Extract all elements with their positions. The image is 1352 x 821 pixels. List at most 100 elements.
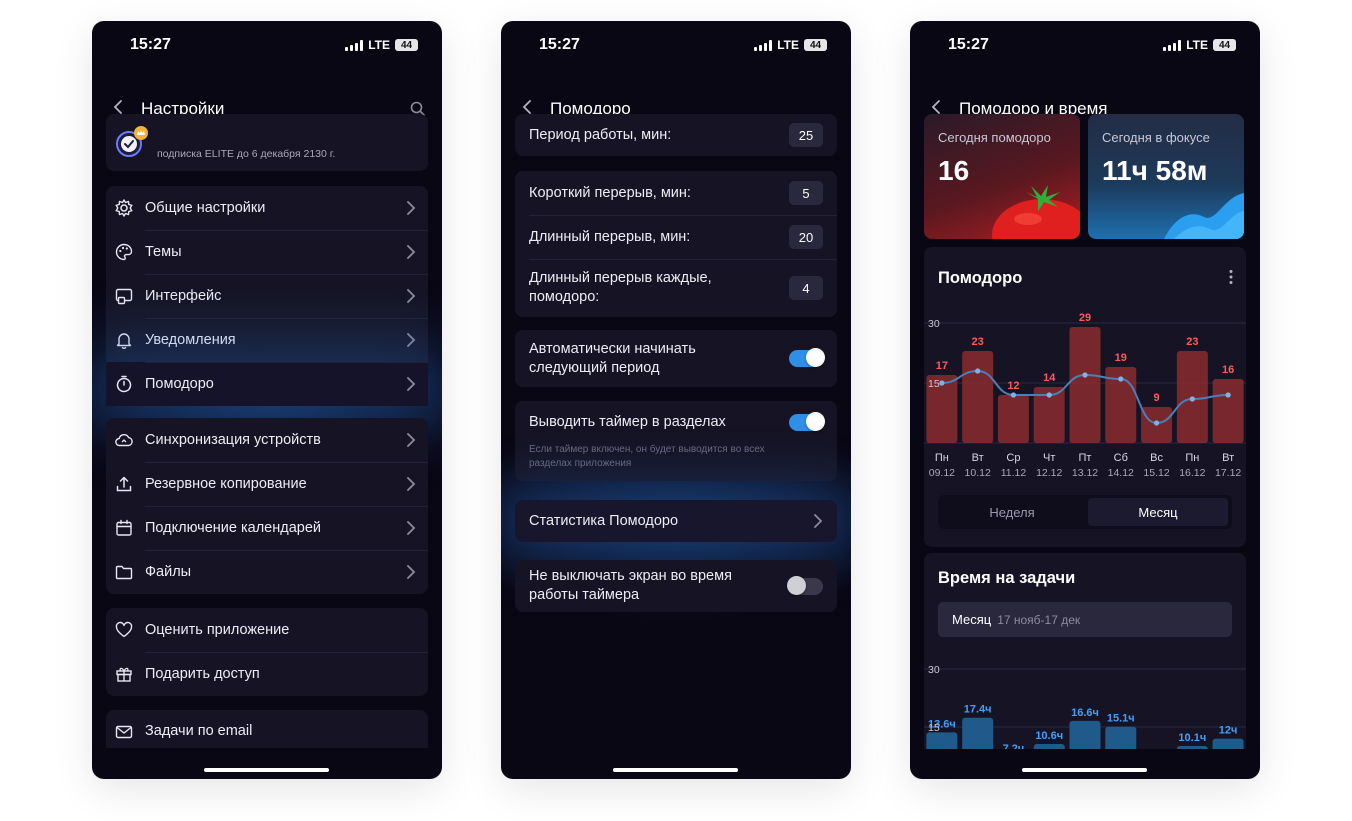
settings-item-notifications[interactable]: Уведомления [106, 318, 428, 362]
chevron-right-icon [406, 377, 416, 391]
short-break-label: Короткий перерыв, мин: [529, 185, 691, 201]
data-label: 19 [1115, 352, 1127, 364]
trend-point [1118, 376, 1124, 382]
x-tick-day: Пн [935, 452, 949, 464]
long-break-every-value[interactable]: 4 [789, 276, 823, 300]
settings-item-label: Задачи по email [145, 723, 253, 739]
chevron-right-icon [813, 514, 823, 528]
battery-icon: 44 [395, 39, 418, 51]
data-label: 15.1ч [1107, 713, 1135, 725]
chevron-right-icon [406, 333, 416, 347]
settings-item-calendars[interactable]: Подключение календарей [106, 506, 428, 550]
chart-bar [997, 395, 1029, 443]
settings-item-label: Уведомления [145, 332, 236, 348]
settings-item-gift[interactable]: Подарить доступ [106, 652, 428, 696]
work-period-value[interactable]: 25 [789, 123, 823, 147]
settings-item-sync[interactable]: Синхронизация устройств [106, 418, 428, 462]
x-tick-date: 13.12 [1072, 467, 1098, 479]
long-break-every-label: Длинный перерыв каждые, помодоро: [529, 270, 712, 305]
pomodoro-stats-row[interactable]: Статистика Помодоро [515, 500, 837, 542]
x-tick-date: 09.12 [929, 467, 955, 479]
settings-item-label: Файлы [145, 564, 192, 580]
pomodoro-chart: 17 Пн 09.12 23 Вт 10.12 12 Ср 11.12 14 Чт 12.12 29 Пт… [924, 312, 1246, 479]
subscription-card[interactable]: подписка ELITE до 6 декабря 2130 г. [106, 114, 428, 171]
x-tick-date: 17.12 [1215, 467, 1241, 479]
show-timer-hint: Если таймер включен, он будет выводится … [529, 444, 765, 469]
data-label: 14 [1043, 372, 1056, 384]
long-break-label: Длинный перерыв, мин: [529, 229, 691, 245]
long-break-value[interactable]: 20 [789, 225, 823, 249]
trend-point [1010, 392, 1017, 398]
chart-bar [1212, 738, 1244, 749]
network-label: LTE [368, 38, 390, 52]
settings-item-general[interactable]: Общие настройки [106, 186, 428, 230]
data-label: 7.2ч [1003, 743, 1025, 749]
data-label: 12 [1007, 380, 1019, 392]
chart-bar [1176, 745, 1208, 749]
battery-icon: 44 [804, 39, 827, 51]
settings-item-label: Общие настройки [145, 200, 266, 216]
home-indicator[interactable] [1022, 768, 1147, 772]
home-indicator[interactable] [613, 768, 738, 772]
battery-icon: 44 [1213, 39, 1236, 51]
status-time: 15:27 [539, 36, 580, 53]
more-vertical-icon[interactable] [1228, 269, 1234, 285]
settings-group-app: Оценить приложение Подарить доступ [106, 608, 428, 696]
data-label: 29 [1079, 312, 1091, 324]
auto-start-card: Автоматически начинать следующий период [515, 330, 837, 387]
settings-item-themes[interactable]: Темы [106, 230, 428, 274]
x-tick-date: 14.12 [1108, 467, 1134, 479]
y-tick-label: 15 [928, 722, 940, 734]
settings-group-email: Задачи по email [106, 710, 428, 748]
show-timer-row: Выводить таймер в разделах [515, 401, 837, 443]
x-tick-day: Вс [1150, 452, 1163, 464]
today-pomodoro-value: 16 [938, 155, 970, 186]
keep-screen-toggle[interactable] [787, 576, 823, 595]
short-break-value[interactable]: 5 [789, 181, 823, 205]
chart-bar [1069, 720, 1101, 749]
elite-badge-icon [116, 126, 148, 157]
timer-icon [116, 375, 132, 393]
settings-item-email-tasks[interactable]: Задачи по email [106, 710, 428, 748]
period-segmented-control: Неделя Месяц [938, 495, 1232, 529]
settings-item-label: Темы [145, 244, 182, 260]
settings-item-label: Резервное копирование [145, 476, 307, 492]
settings-item-interface[interactable]: Интерфейс [106, 274, 428, 318]
settings-item-files[interactable]: Файлы [106, 550, 428, 594]
today-pomodoro-tile: Сегодня помодоро 16 [924, 114, 1080, 239]
tasks-time-card: Время на задачи Месяц 17 нояб-17 дек 13.… [924, 553, 1246, 749]
chevron-right-icon [406, 477, 416, 491]
data-label: 12ч [1219, 725, 1238, 737]
status-time: 15:27 [130, 36, 171, 53]
show-timer-toggle[interactable] [789, 412, 825, 431]
home-indicator[interactable] [204, 768, 329, 772]
today-focus-tile: Сегодня в фокусе 11ч 58м [1088, 114, 1244, 239]
x-tick-day: Сб [1114, 452, 1128, 464]
settings-item-label: Синхронизация устройств [145, 432, 321, 448]
data-label: 23 [1186, 336, 1198, 348]
signal-icon [345, 39, 364, 51]
settings-item-backup[interactable]: Резервное копирование [106, 462, 428, 506]
tasks-time-chart: 13.6ч17.4ч7.2ч10.6ч16.6ч15.1ч10.1ч12ч301… [924, 664, 1246, 749]
chart-bar [1105, 726, 1137, 749]
x-tick-day: Пт [1079, 452, 1092, 464]
status-bar: 15:27 LTE 44 [92, 21, 442, 67]
data-label: 10.6ч [1035, 730, 1063, 742]
settings-item-label: Подарить доступ [145, 666, 260, 682]
pomodoro-stats-card[interactable]: Статистика Помодоро [515, 500, 837, 542]
keep-screen-row: Не выключать экран во время работы таймер… [515, 560, 837, 612]
chevron-right-icon [406, 201, 416, 215]
x-tick-date: 15.12 [1143, 467, 1169, 479]
segment-month[interactable]: Месяц [1088, 498, 1228, 526]
short-break-row: Короткий перерыв, мин: 5 [515, 171, 837, 215]
period-selector[interactable]: Месяц 17 нояб-17 дек [938, 602, 1232, 637]
settings-item-pomodoro[interactable]: Помодоро [106, 362, 428, 406]
segment-week[interactable]: Неделя [942, 498, 1082, 526]
calendar-icon [116, 519, 132, 536]
status-bar: 15:27 LTE 44 [910, 21, 1260, 67]
settings-item-rate[interactable]: Оценить приложение [106, 608, 428, 652]
auto-start-toggle[interactable] [789, 348, 825, 367]
chart-bar [1212, 379, 1244, 443]
keep-screen-card: Не выключать экран во время работы таймер… [515, 560, 837, 612]
trend-point [1225, 392, 1231, 398]
